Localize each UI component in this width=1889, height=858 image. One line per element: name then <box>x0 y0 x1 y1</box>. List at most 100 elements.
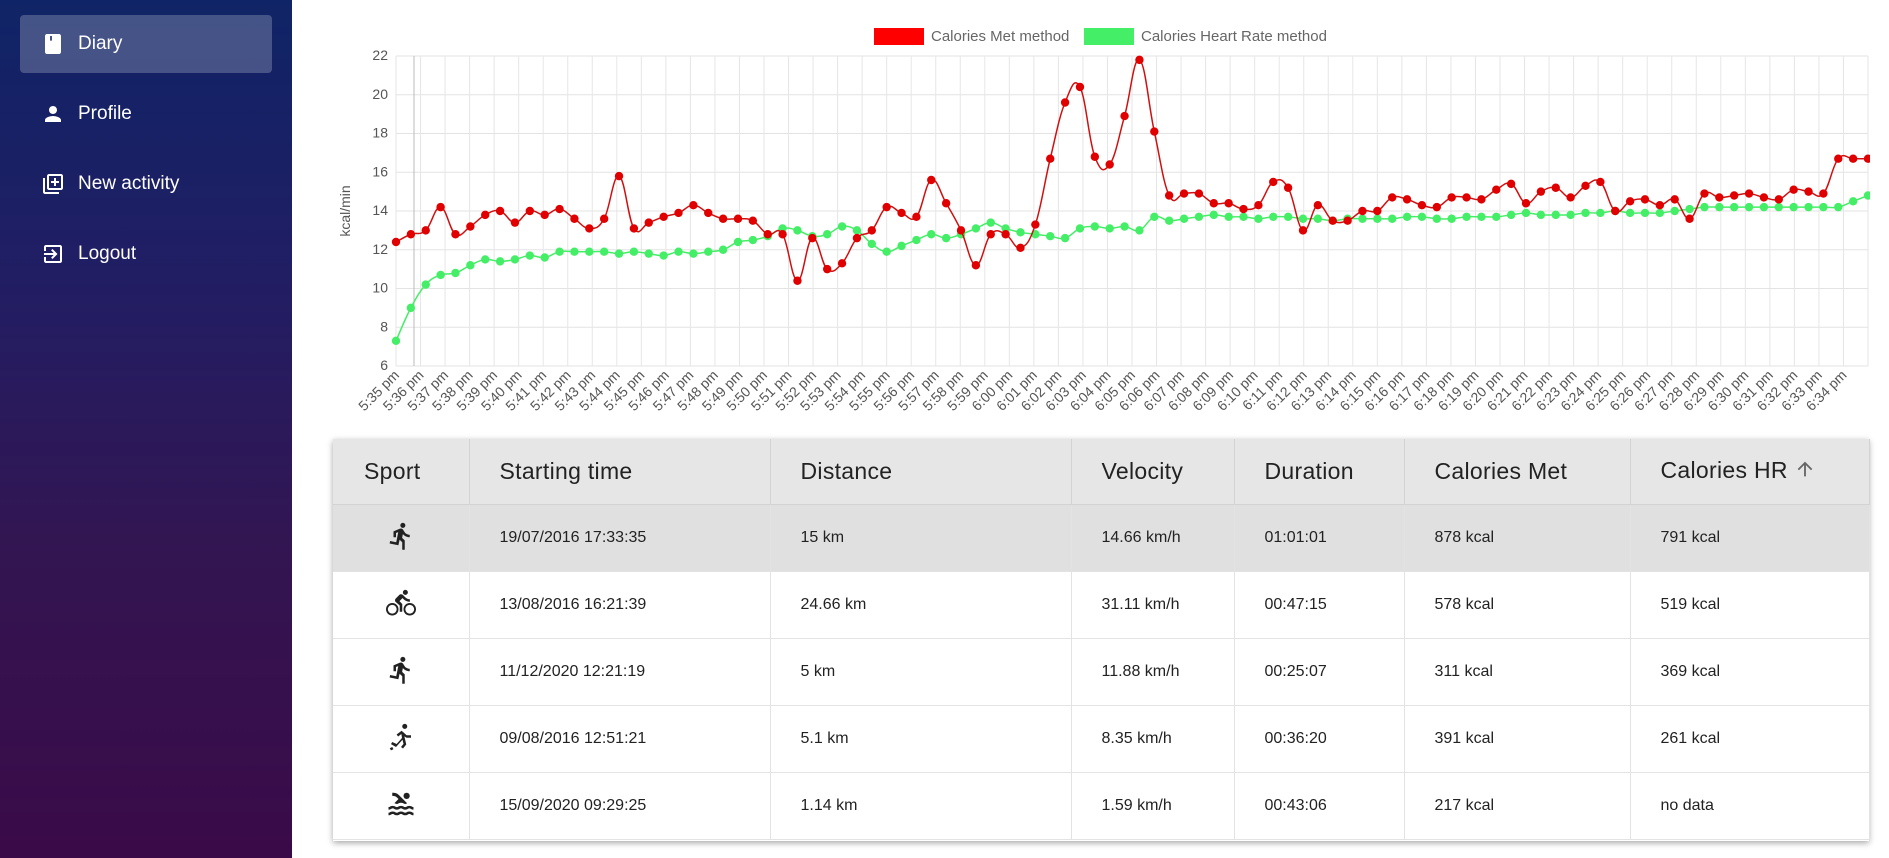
data-point <box>1506 210 1516 220</box>
data-point <box>1581 181 1590 191</box>
data-point <box>1536 210 1546 220</box>
data-point <box>1105 160 1114 169</box>
data-point <box>451 268 460 278</box>
data-point <box>1715 202 1724 212</box>
data-point <box>1239 212 1248 222</box>
table-row[interactable]: 15/09/2020 09:29:25 1.14 km 1.59 km/h 00:43… <box>333 772 1870 840</box>
data-point <box>1135 55 1144 65</box>
data-point <box>867 226 876 235</box>
data-point <box>1254 200 1263 210</box>
data-point <box>704 247 713 256</box>
data-point <box>1848 197 1858 206</box>
data-point <box>986 230 995 239</box>
data-point <box>1729 191 1739 200</box>
calories-line-chart: 68101214161820225:35 pm5:36 pm5:37 pm5:3… <box>337 28 1870 414</box>
data-point <box>391 336 401 346</box>
sidebar: Diary Profile New activity Logout <box>0 0 292 858</box>
table-row[interactable]: 13/08/2016 16:21:39 24.66 km 31.11 km/h 00:… <box>333 571 1870 639</box>
logout-icon <box>40 241 66 267</box>
data-point <box>1774 195 1783 204</box>
cycling-icon <box>385 587 417 619</box>
data-point <box>882 247 891 256</box>
table-row[interactable]: 09/08/2016 12:51:21 5.1 km 8.35 km/h 00:36:… <box>333 705 1870 773</box>
data-point <box>481 255 490 264</box>
data-point <box>1001 230 1010 239</box>
data-point <box>733 237 743 247</box>
column-header-calories-met[interactable]: Calories Met <box>1404 439 1631 505</box>
data-point <box>1269 177 1278 187</box>
column-header-starting-time[interactable]: Starting time <box>469 439 771 505</box>
activities-table-card: Sport Starting time Distance Velocity Du… <box>333 439 1870 841</box>
data-point <box>495 257 505 266</box>
sidebar-item-logout[interactable]: Logout <box>20 225 272 283</box>
data-point <box>1804 202 1813 212</box>
data-point <box>1477 212 1486 222</box>
calories-hr-cell: no data <box>1630 772 1870 840</box>
sidebar-item-diary[interactable]: Diary <box>20 15 272 73</box>
data-point <box>1402 195 1412 204</box>
calories-met-cell: 391 kcal <box>1404 705 1631 773</box>
data-point <box>733 214 743 223</box>
data-point <box>1462 193 1471 202</box>
data-point <box>1819 189 1828 198</box>
sort-ascending-icon[interactable] <box>1794 458 1816 486</box>
calories-met-cell: 217 kcal <box>1404 772 1631 840</box>
data-point <box>451 230 460 239</box>
data-point <box>1016 243 1025 253</box>
calories-chart: 6 8 10 12 14 16 18 20 22 5:35 pm 5:36 pm 5:37 pm 5:3… <box>330 14 1870 434</box>
data-point <box>1343 216 1352 225</box>
data-point <box>1774 202 1783 212</box>
data-point <box>1432 202 1442 212</box>
data-point <box>421 280 430 289</box>
data-point <box>882 202 891 212</box>
data-point <box>971 224 981 233</box>
sidebar-item-new-activity[interactable]: New activity <box>20 155 272 213</box>
y-tick-label: 14 <box>372 202 388 218</box>
legend-swatch <box>874 28 924 45</box>
column-header-velocity[interactable]: Velocity <box>1071 439 1235 505</box>
y-tick-label: 16 <box>372 163 388 179</box>
data-point <box>763 230 772 239</box>
data-point <box>421 226 430 235</box>
data-point <box>1432 214 1442 223</box>
data-point <box>659 212 668 222</box>
velocity-cell: 31.11 km/h <box>1071 571 1235 639</box>
column-header-sport[interactable]: Sport <box>333 439 470 505</box>
sidebar-item-profile[interactable]: Profile <box>20 85 272 143</box>
data-point <box>406 230 416 239</box>
data-point <box>1358 214 1367 223</box>
data-point <box>1016 228 1025 237</box>
data-point <box>1358 206 1367 216</box>
table-row[interactable]: 11/12/2020 12:21:19 5 km 11.88 km/h 00:25:0… <box>333 638 1870 706</box>
y-tick-label: 10 <box>372 280 388 296</box>
duration-cell: 00:43:06 <box>1234 772 1405 840</box>
data-point <box>1729 202 1739 212</box>
data-point <box>570 247 579 256</box>
starting-time-cell: 13/08/2016 16:21:39 <box>469 571 771 639</box>
data-point <box>540 253 549 262</box>
data-point <box>1373 214 1382 223</box>
sport-cell <box>333 638 470 706</box>
data-point <box>1655 208 1665 218</box>
data-point <box>1090 152 1100 161</box>
data-point <box>1744 202 1754 212</box>
legend-item: Calories Heart Rate method <box>1084 28 1327 45</box>
data-point <box>1625 208 1635 218</box>
data-point <box>599 214 609 223</box>
data-point <box>912 235 921 245</box>
data-point <box>1700 189 1709 198</box>
y-tick-label: 22 <box>372 47 388 63</box>
column-header-calories-hr[interactable]: Calories HR <box>1630 439 1870 505</box>
column-header-duration[interactable]: Duration <box>1234 439 1405 505</box>
activities-table: Sport Starting time Distance Velocity Du… <box>333 439 1870 840</box>
table-row[interactable]: 19/07/2016 17:33:35 15 km 14.66 km/h 01:01:… <box>333 504 1870 572</box>
data-point <box>1298 226 1308 235</box>
calories-met-cell: 311 kcal <box>1404 638 1631 706</box>
skating-icon <box>385 721 417 753</box>
data-point <box>1759 202 1769 212</box>
data-point <box>1477 195 1486 204</box>
column-header-distance[interactable]: Distance <box>770 439 1072 505</box>
data-point <box>748 235 758 245</box>
data-point <box>1283 212 1293 222</box>
data-point <box>614 249 624 258</box>
